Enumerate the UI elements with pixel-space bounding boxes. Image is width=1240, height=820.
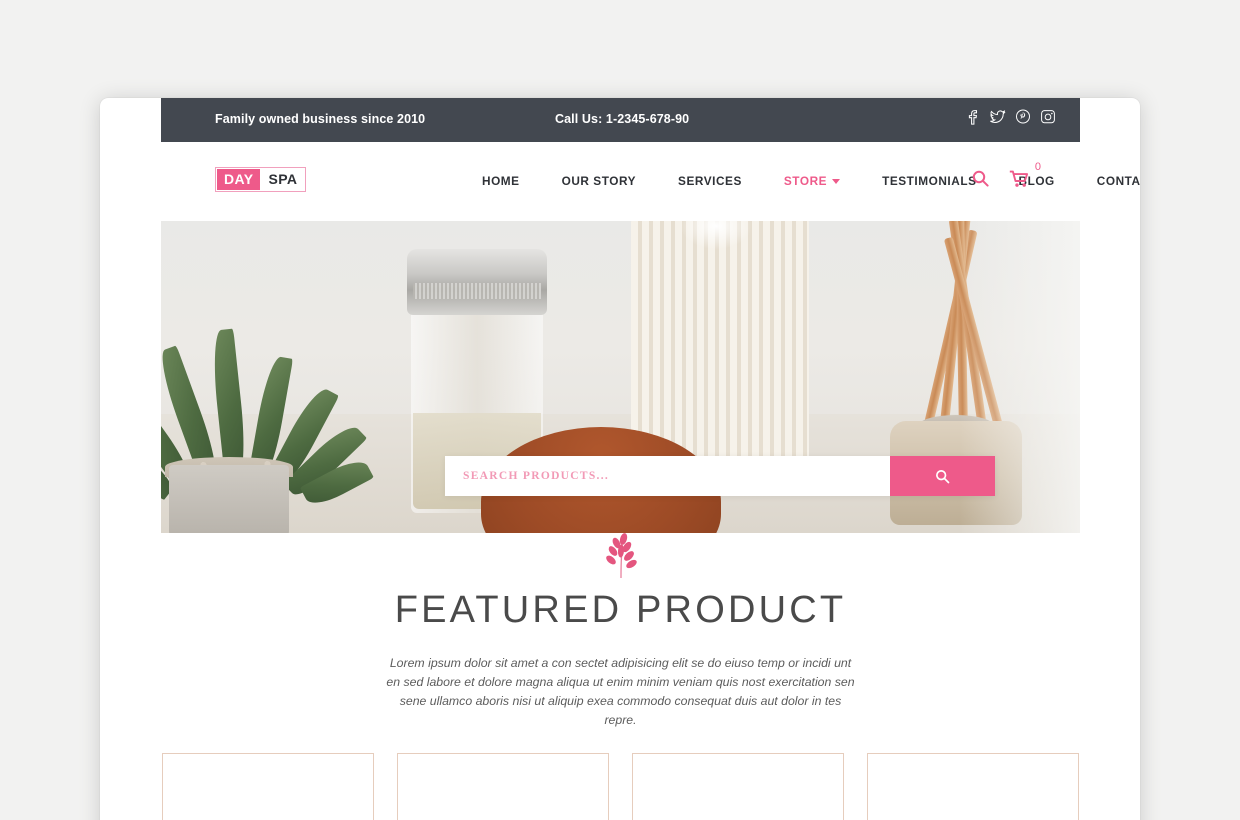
main-navigation: DAY SPA HOME OUR STORY SERVICES STORE TE… [161, 142, 1140, 217]
nav-item-services-label: SERVICES [678, 174, 742, 188]
wheat-branch-ornament [605, 533, 637, 579]
search-input[interactable] [445, 456, 890, 496]
product-card[interactable] [632, 753, 844, 820]
chevron-down-icon [832, 179, 841, 184]
featured-product-section: FEATURED PRODUCT Lorem ipsum dolor sit a… [161, 533, 1080, 730]
nav-item-home-label: HOME [482, 174, 520, 188]
nav-item-our-story[interactable]: OUR STORY [541, 174, 657, 188]
tagline-text: Family owned business since 2010 [215, 112, 426, 126]
twitter-icon[interactable] [989, 108, 1006, 125]
product-card[interactable] [867, 753, 1079, 820]
browser-page-card: Family owned business since 2010 Call Us… [100, 98, 1140, 820]
search-submit-button[interactable] [890, 456, 995, 496]
nav-item-testimonials-label: TESTIMONIALS [882, 174, 977, 188]
product-card[interactable] [162, 753, 374, 820]
logo-spa-text: SPA [260, 169, 305, 190]
logo-day-text: DAY [217, 169, 261, 190]
top-utility-bar: Family owned business since 2010 Call Us… [161, 98, 1080, 142]
nav-item-home[interactable]: HOME [461, 174, 541, 188]
nav-tools: 0 [972, 161, 1041, 193]
site-logo[interactable]: DAY SPA [215, 167, 307, 192]
aloe-plant-decoration [161, 269, 374, 533]
nav-item-store[interactable]: STORE [763, 174, 861, 188]
nav-item-our-story-label: OUR STORY [561, 174, 637, 188]
pinterest-icon[interactable] [1015, 108, 1031, 125]
search-icon[interactable] [972, 170, 989, 192]
cart-icon[interactable]: 0 [1009, 161, 1041, 193]
product-card[interactable] [397, 753, 609, 820]
cart-count-badge: 0 [1034, 161, 1041, 173]
page-title: FEATURED PRODUCT [394, 589, 847, 631]
facebook-icon[interactable] [965, 108, 980, 125]
product-grid [161, 753, 1080, 820]
nav-links: HOME OUR STORY SERVICES STORE TESTIMONIA… [461, 174, 1140, 188]
featured-description: Lorem ipsum dolor sit amet a con sectet … [386, 656, 855, 727]
instagram-icon[interactable] [1040, 108, 1056, 125]
product-search-bar [445, 456, 995, 496]
search-icon [936, 469, 950, 483]
nav-item-contact[interactable]: CONTACT [1076, 174, 1140, 188]
nav-item-store-label: STORE [783, 174, 828, 188]
nav-item-services[interactable]: SERVICES [657, 174, 763, 188]
phone-text: Call Us: 1-2345-678-90 [555, 112, 690, 126]
social-links [965, 108, 1056, 125]
nav-item-contact-label: CONTACT [1096, 174, 1140, 188]
